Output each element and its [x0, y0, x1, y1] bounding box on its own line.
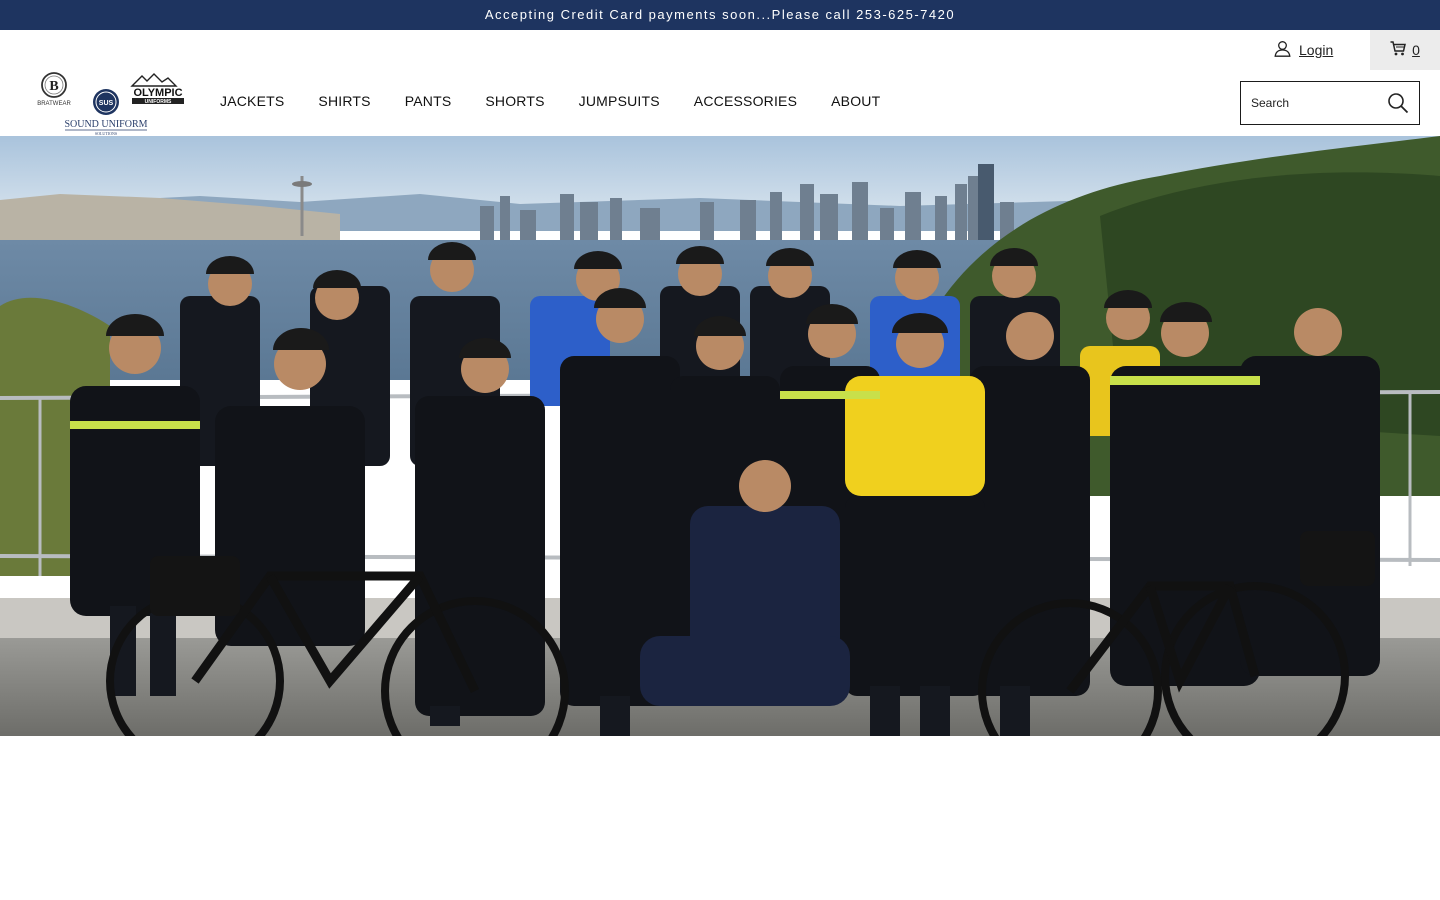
hero-banner: [0, 136, 1440, 736]
cart-icon: [1390, 41, 1407, 59]
announcement-bar: Accepting Credit Card payments soon...Pl…: [0, 0, 1440, 30]
user-icon: [1274, 40, 1291, 60]
cart-button[interactable]: 0: [1370, 30, 1440, 70]
nav-item-jumpsuits[interactable]: JUMPSUITS: [579, 92, 660, 110]
svg-text:B: B: [49, 79, 58, 94]
logo-graphic: B BRATWEAR SUS OLYMPIC UNIFORMS SOUND UN…: [37, 72, 184, 136]
site-logo[interactable]: B BRATWEAR SUS OLYMPIC UNIFORMS SOUND UN…: [34, 72, 186, 136]
nav-item-about[interactable]: ABOUT: [831, 92, 880, 110]
svg-text:BRATWEAR: BRATWEAR: [37, 101, 71, 107]
svg-text:UNIFORMS: UNIFORMS: [145, 99, 172, 105]
search-input[interactable]: [1251, 82, 1389, 124]
nav-item-pants[interactable]: PANTS: [405, 92, 452, 110]
nav-item-accessories[interactable]: ACCESSORIES: [694, 92, 797, 110]
hero-image: [0, 136, 1440, 736]
login-label: Login: [1299, 42, 1334, 58]
nav-item-shirts[interactable]: SHIRTS: [318, 92, 370, 110]
site-header: B BRATWEAR SUS OLYMPIC UNIFORMS SOUND UN…: [0, 30, 1440, 136]
cart-count: 0: [1412, 42, 1420, 58]
svg-text:OLYMPIC: OLYMPIC: [133, 87, 182, 99]
search-box: [1240, 81, 1420, 125]
announcement-text: Accepting Credit Card payments soon...Pl…: [484, 7, 956, 22]
svg-text:SUS: SUS: [99, 100, 114, 107]
search-icon[interactable]: [1387, 92, 1409, 114]
main-nav: JACKETS SHIRTS PANTS SHORTS JUMPSUITS AC…: [220, 92, 914, 110]
nav-item-shorts[interactable]: SHORTS: [485, 92, 544, 110]
login-link[interactable]: Login: [1274, 40, 1333, 60]
nav-item-jackets[interactable]: JACKETS: [220, 92, 284, 110]
svg-text:SOUND UNIFORM: SOUND UNIFORM: [64, 119, 147, 130]
